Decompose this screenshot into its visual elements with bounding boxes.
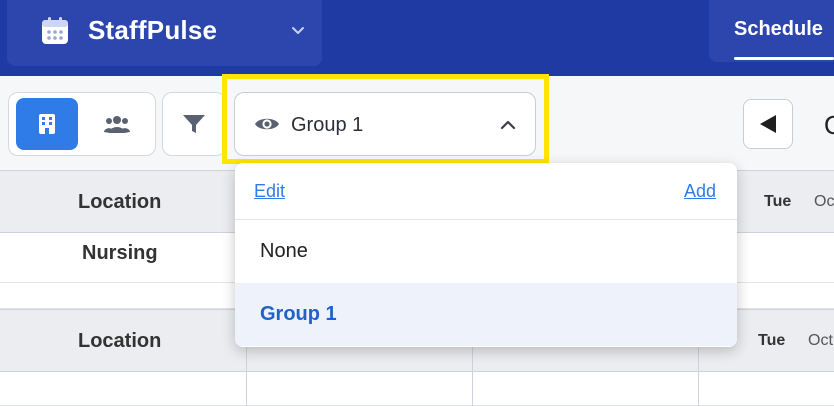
building-icon xyxy=(39,114,55,134)
tab-schedule[interactable]: Schedule xyxy=(709,0,834,62)
previous-button[interactable] xyxy=(743,99,793,149)
group-dropdown-menu: Edit Add None Group 1 xyxy=(235,163,737,347)
filter-icon xyxy=(183,115,205,133)
option-label: None xyxy=(260,240,308,262)
option-label: Group 1 xyxy=(260,303,337,325)
active-tab-indicator xyxy=(734,57,834,60)
dropdown-option-group-1[interactable]: Group 1 xyxy=(235,283,737,346)
column-header: Location xyxy=(78,191,162,213)
add-link[interactable]: Add xyxy=(684,181,716,202)
tab-schedule-label: Schedule xyxy=(734,18,823,40)
filter-button[interactable] xyxy=(162,92,226,156)
date-range-label: O xyxy=(824,110,834,141)
month-header: Oc xyxy=(814,193,834,210)
edit-link[interactable]: Edit xyxy=(254,181,285,202)
view-toggle xyxy=(8,92,156,156)
day-header: Tue xyxy=(758,332,786,349)
view-locations-button[interactable] xyxy=(16,98,78,150)
dropdown-option-none[interactable]: None xyxy=(235,220,737,283)
chevron-down-icon xyxy=(292,27,304,34)
app-name: StaffPulse xyxy=(88,15,218,45)
people-icon xyxy=(104,116,130,133)
view-people-button[interactable] xyxy=(85,98,149,150)
row-location-name: Nursing xyxy=(82,242,158,264)
table-row xyxy=(0,372,834,406)
month-header: Oct xyxy=(808,332,833,349)
calendar-icon xyxy=(42,17,68,44)
top-bar: StaffPulse Schedule xyxy=(0,0,834,76)
triangle-left-icon xyxy=(760,115,776,133)
dropdown-actions: Edit Add xyxy=(235,163,737,220)
app-switcher[interactable]: StaffPulse xyxy=(7,0,322,66)
highlight-box xyxy=(222,74,549,164)
column-header: Location xyxy=(78,330,162,352)
day-header: Tue xyxy=(764,193,792,210)
